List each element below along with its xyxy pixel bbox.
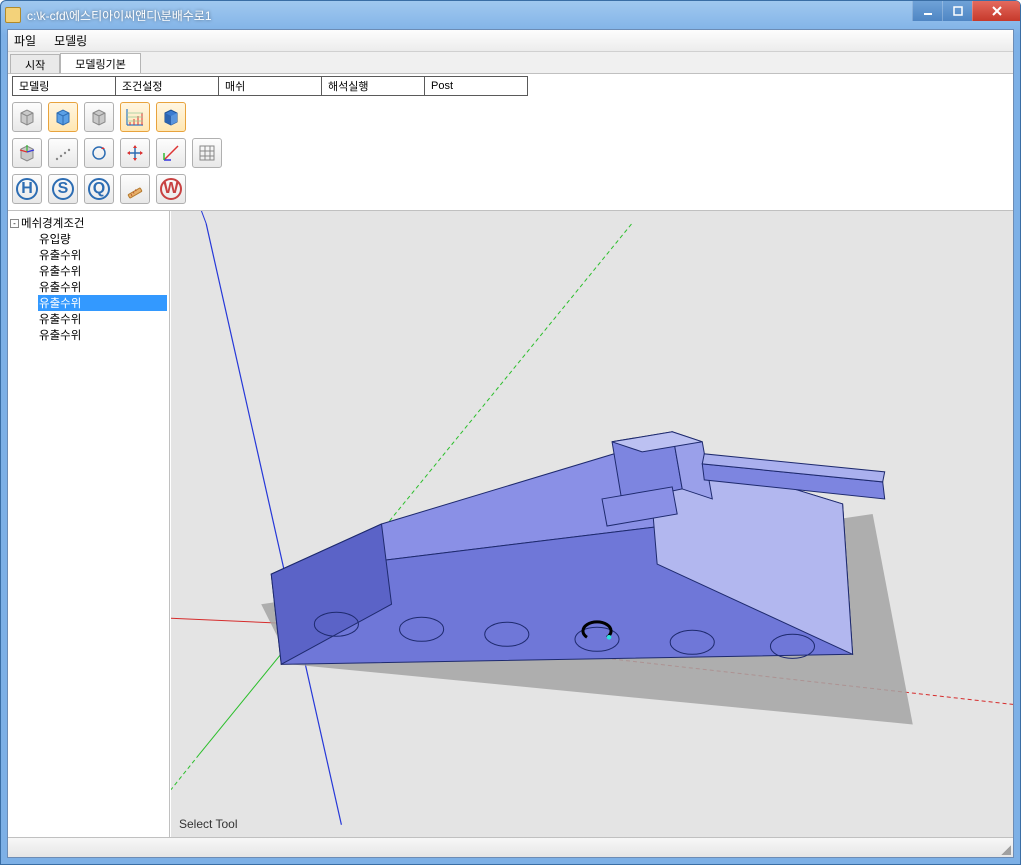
cube-blue-button[interactable]: [48, 102, 78, 132]
tree-item[interactable]: 유출수위: [38, 247, 167, 263]
w-letter-icon: W: [160, 178, 182, 200]
tree-item[interactable]: 유출수위: [38, 327, 167, 343]
pan-button[interactable]: [120, 138, 150, 168]
tool-row-3: H S Q W: [12, 174, 1009, 204]
cube-gray-1-button[interactable]: [12, 102, 42, 132]
axes-grid-button[interactable]: [120, 102, 150, 132]
pan-icon: [125, 143, 145, 163]
tree-children: 유입량 유출수위 유출수위 유출수위 유출수위 유출수위 유출수위: [38, 231, 167, 343]
statusbar: [8, 837, 1013, 857]
axis-tool-button[interactable]: [156, 138, 186, 168]
cube-gray-1-icon: [17, 107, 37, 127]
cube-with-axes-icon: [17, 143, 37, 163]
tree-item[interactable]: 유출수위: [38, 263, 167, 279]
tree-panel[interactable]: - 메쉬경계조건 유입량 유출수위 유출수위 유출수위 유출수위 유출수위 유출…: [8, 211, 170, 837]
main-content: - 메쉬경계조건 유입량 유출수위 유출수위 유출수위 유출수위 유출수위 유출…: [8, 211, 1013, 837]
viewport-status: Select Tool: [179, 817, 237, 831]
collapse-icon[interactable]: -: [10, 219, 19, 228]
window-title: c:\k-cfd\에스티아이씨앤디\분배수로1: [27, 7, 212, 24]
workspace-tabs: 시작 모델링기본: [8, 52, 1013, 74]
window-buttons: [912, 1, 1020, 21]
rotate-icon: [89, 143, 109, 163]
minimize-icon: [923, 6, 933, 16]
app-window: c:\k-cfd\에스티아이씨앤디\분배수로1 파일 모델링 시작 모델링기본: [0, 0, 1021, 865]
cube-gray-2-button[interactable]: [84, 102, 114, 132]
cube-gray-2-icon: [89, 107, 109, 127]
tree-root-label: 메쉬경계조건: [21, 215, 84, 231]
viewport-3d[interactable]: Select Tool: [170, 211, 1013, 837]
menu-modeling[interactable]: 모델링: [54, 32, 87, 49]
tree-item[interactable]: 유출수위: [38, 311, 167, 327]
menu-file[interactable]: 파일: [14, 32, 36, 49]
maximize-icon: [953, 6, 963, 16]
step-analysis[interactable]: 해석실행: [321, 76, 425, 96]
s-button[interactable]: S: [48, 174, 78, 204]
maximize-button[interactable]: [942, 1, 972, 21]
cube-solid-button[interactable]: [156, 102, 186, 132]
cube-with-axes-button[interactable]: [12, 138, 42, 168]
titlebar[interactable]: c:\k-cfd\에스티아이씨앤디\분배수로1: [1, 1, 1020, 29]
h-letter-icon: H: [16, 178, 38, 200]
axes-grid-icon: [125, 107, 145, 127]
cube-blue-icon: [53, 107, 73, 127]
tree-item-selected[interactable]: 유출수위: [38, 295, 167, 311]
tree-item[interactable]: 유출수위: [38, 279, 167, 295]
resize-grip-icon[interactable]: [999, 843, 1011, 855]
tab-start[interactable]: 시작: [10, 54, 60, 74]
tool-row-2: [12, 138, 1009, 168]
step-post[interactable]: Post: [424, 76, 528, 96]
s-letter-icon: S: [52, 178, 74, 200]
tree-root[interactable]: - 메쉬경계조건: [10, 215, 167, 231]
q-letter-icon: Q: [88, 178, 110, 200]
tab-modeling-basic[interactable]: 모델링기본: [60, 53, 141, 73]
grid-icon: [197, 143, 217, 163]
w-button[interactable]: W: [156, 174, 186, 204]
dots-icon: [53, 143, 73, 163]
close-icon: [991, 5, 1003, 17]
measure-button[interactable]: [120, 174, 150, 204]
step-mesh[interactable]: 매쉬: [218, 76, 322, 96]
ribbon: 모델링 조건설정 매쉬 해석실행 Post: [8, 74, 1013, 211]
viewport-svg: [171, 211, 1013, 837]
client-area: 파일 모델링 시작 모델링기본 모델링 조건설정 매쉬 해석실행 Post: [7, 29, 1014, 858]
dots-button[interactable]: [48, 138, 78, 168]
tree-item[interactable]: 유입량: [38, 231, 167, 247]
menubar: 파일 모델링: [8, 30, 1013, 52]
app-icon: [5, 7, 21, 23]
grid-button[interactable]: [192, 138, 222, 168]
close-button[interactable]: [972, 1, 1020, 21]
step-row: 모델링 조건설정 매쉬 해석실행 Post: [12, 76, 1009, 96]
model-body: [271, 432, 884, 665]
rotate-button[interactable]: [84, 138, 114, 168]
tool-row-1: [12, 102, 1009, 132]
h-button[interactable]: H: [12, 174, 42, 204]
step-modeling[interactable]: 모델링: [12, 76, 116, 96]
axis-tool-icon: [161, 143, 181, 163]
cube-blue-solid-icon: [161, 107, 181, 127]
step-conditions[interactable]: 조건설정: [115, 76, 219, 96]
measure-icon: [125, 179, 145, 199]
minimize-button[interactable]: [912, 1, 942, 21]
q-button[interactable]: Q: [84, 174, 114, 204]
